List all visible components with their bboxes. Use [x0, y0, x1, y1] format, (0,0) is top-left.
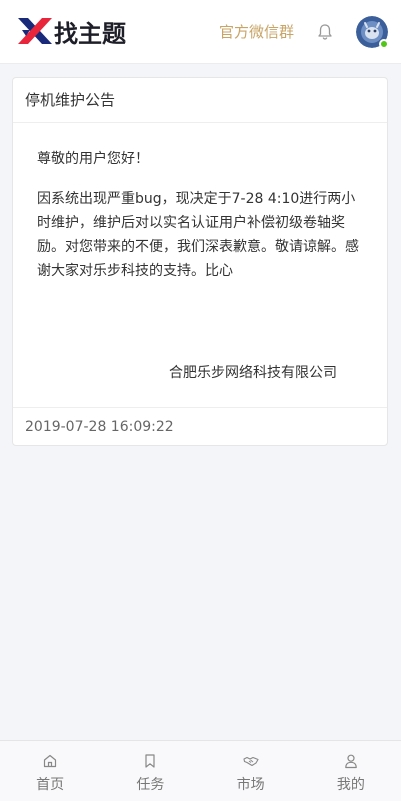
notice-signature: 合肥乐步网络科技有限公司 — [169, 365, 337, 381]
nav-label-mine: 我的 — [336, 777, 365, 793]
notice-body: 尊敬的用户您好！ 因系统出现严重bug，现决定于7-28 4:10进行两小时维护… — [13, 123, 387, 407]
logo-icon — [18, 18, 52, 44]
user-avatar[interactable] — [356, 16, 389, 49]
notice-title: 停机维护公告 — [13, 78, 387, 123]
notice-content: 因系统出现严重bug，现决定于7-28 4:10进行两小时维护，维护后对以实名认… — [37, 191, 359, 279]
nav-label-tasks: 任务 — [136, 777, 165, 793]
logo-text: 找主题 — [54, 19, 126, 48]
online-status-dot — [379, 39, 389, 49]
bell-icon[interactable] — [316, 23, 334, 41]
user-icon — [345, 754, 357, 769]
handshake-icon — [243, 756, 259, 767]
bookmark-icon — [145, 754, 155, 768]
notice-timestamp: 2019-07-28 16:09:22 — [13, 407, 387, 445]
home-icon — [44, 754, 57, 768]
nav-item-market[interactable]: 市场 — [201, 741, 301, 801]
notice-card: 停机维护公告 尊敬的用户您好！ 因系统出现严重bug，现决定于7-28 4:10… — [12, 77, 388, 446]
nav-label-home: 首页 — [36, 777, 65, 793]
nav-item-tasks[interactable]: 任务 — [100, 741, 200, 801]
bottom-nav: 首页 任务 市场 我的 — [0, 740, 401, 801]
nav-item-home[interactable]: 首页 — [0, 741, 100, 801]
wechat-group-link[interactable]: 官方微信群 — [219, 22, 294, 42]
notice-greeting: 尊敬的用户您好！ — [37, 151, 149, 167]
nav-label-market: 市场 — [236, 777, 265, 793]
top-header: 找主题 官方微信群 — [0, 0, 401, 64]
nav-item-mine[interactable]: 我的 — [301, 741, 401, 801]
logo[interactable]: 找主题 — [18, 16, 126, 48]
app-root: 找主题 官方微信群 停机维护公告 尊敬的用户您好！ 因系统出现严重bug，现决定… — [0, 0, 401, 801]
